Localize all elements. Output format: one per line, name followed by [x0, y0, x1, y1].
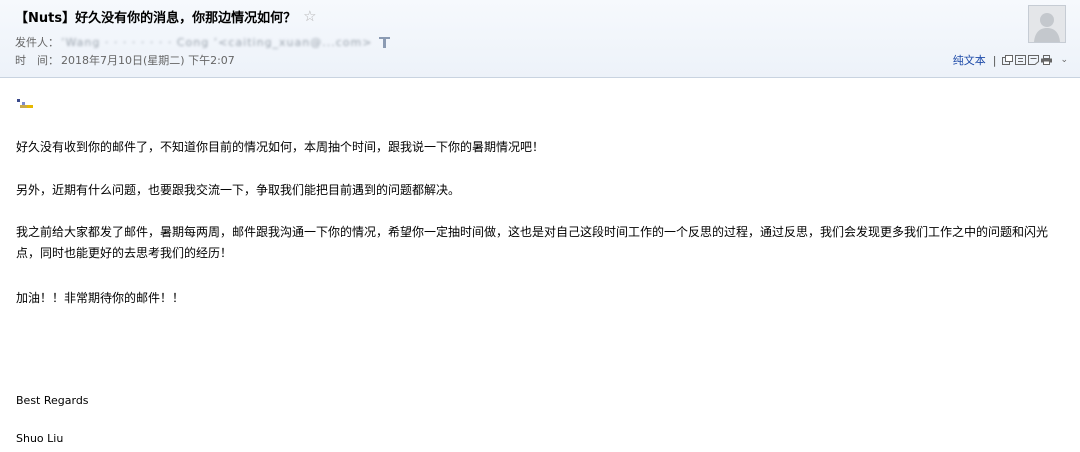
time-label: 时 间： [15, 54, 59, 67]
paragraph-1: 好久没有收到你的邮件了，不知道你目前的情况如何，本周抽个时间，跟我说一下你的暑期… [16, 140, 545, 154]
plain-text-link[interactable]: 纯文本 [953, 52, 986, 68]
closing-line: Best Regards [16, 394, 89, 407]
sender-row: 发件人： ʼWang · · · · · · · · Cong ʼ<caitin… [15, 34, 391, 50]
email-header: 【Nuts】好久没有你的消息，你那边情况如何？ ☆ 发件人： ʼWang · ·… [0, 0, 1080, 78]
sender-address[interactable]: ʼWang · · · · · · · · Cong ʼ<caiting_xua… [61, 36, 372, 49]
add-contact-icon[interactable] [379, 36, 391, 48]
paragraph-3: 我之前给大家都发了邮件，暑期每两周，邮件跟我沟通一下你的情况，希望你一定抽时间做… [16, 225, 1049, 260]
email-subject: 【Nuts】好久没有你的消息，你那边情况如何？ [15, 11, 297, 26]
signature-name: Shuo Liu [16, 432, 64, 445]
emoji-smiley-icon [17, 99, 35, 113]
copy-icon[interactable] [1015, 55, 1027, 65]
sender-label: 发件人： [15, 36, 59, 49]
note-icon[interactable] [1028, 55, 1040, 65]
message-toolbar: 纯文本 | ⌄ [953, 52, 1068, 68]
sender-avatar[interactable] [1028, 5, 1066, 43]
time-row: 时 间： 2018年7月10日(星期二) 下午2:07 [15, 52, 235, 68]
star-icon[interactable]: ☆ [303, 9, 316, 24]
new-window-icon[interactable] [1002, 55, 1014, 65]
print-icon[interactable] [1041, 55, 1053, 65]
toolbar-separator: | [992, 53, 997, 67]
time-value: 2018年7月10日(星期二) 下午2:07 [61, 54, 235, 67]
paragraph-4: 加油！！非常期待你的邮件！！ [16, 291, 185, 305]
user-avatar-placeholder-icon [1029, 6, 1065, 42]
paragraph-2: 另外，近期有什么问题，也要跟我交流一下，争取我们能把目前遇到的问题都解决。 [16, 183, 461, 197]
subject-row: 【Nuts】好久没有你的消息，你那边情况如何？ ☆ [15, 7, 317, 27]
chevron-down-icon[interactable]: ⌄ [1060, 55, 1068, 65]
